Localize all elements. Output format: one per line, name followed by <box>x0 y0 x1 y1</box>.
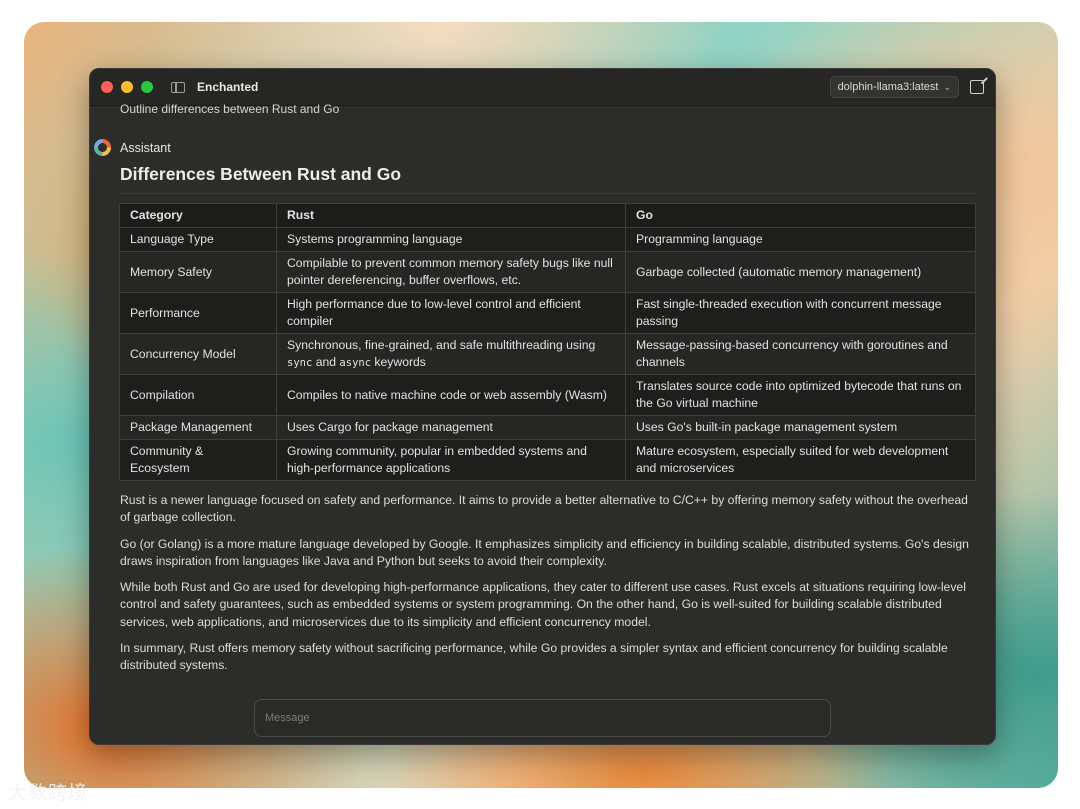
zoom-button[interactable] <box>141 81 153 93</box>
user-message: Outline differences between Rust and Go <box>120 102 340 116</box>
response-paragraph: In summary, Rust offers memory safety wi… <box>120 641 948 673</box>
cell-category: Package Management <box>119 415 277 440</box>
model-selector[interactable]: dolphin-llama3:latest ⌄ <box>829 76 959 98</box>
sidebar-toggle-icon[interactable] <box>171 81 185 93</box>
table-row: Concurrency Model Synchronous, fine-grai… <box>119 333 976 375</box>
minimize-button[interactable] <box>121 81 133 93</box>
title-bar: Enchanted dolphin-llama3:latest ⌄ <box>90 69 995 106</box>
cell-rust: Compiles to native machine code or web a… <box>276 374 626 416</box>
cell-go: Programming language <box>625 227 976 252</box>
response-paragraph: While both Rust and Go are used for deve… <box>120 580 966 629</box>
inline-code-async: async <box>339 356 372 369</box>
header-category: Category <box>119 203 277 228</box>
table-row: Community & Ecosystem Growing community,… <box>119 439 976 481</box>
cell-go: Fast single-threaded execution with conc… <box>625 292 976 334</box>
response-heading: Differences Between Rust and Go <box>120 164 976 194</box>
cell-go: Garbage collected (automatic memory mana… <box>625 251 976 293</box>
header-rust: Rust <box>276 203 626 228</box>
cell-category: Community & Ecosystem <box>119 439 277 481</box>
response-paragraph: Rust is a newer language focused on safe… <box>120 493 968 525</box>
cell-category: Memory Safety <box>119 251 277 293</box>
rust-text-prefix: Synchronous, fine-grained, and safe mult… <box>287 337 596 352</box>
model-name: dolphin-llama3:latest <box>837 81 939 93</box>
table-row: Compilation Compiles to native machine c… <box>119 374 976 416</box>
cell-rust: High performance due to low-level contro… <box>276 292 626 334</box>
cell-rust: Synchronous, fine-grained, and safe mult… <box>276 333 626 375</box>
chat-area[interactable]: Outline differences between Rust and Go … <box>90 102 995 744</box>
table-row: Memory Safety Compilable to prevent comm… <box>119 251 976 293</box>
new-chat-icon[interactable] <box>970 80 984 94</box>
message-input[interactable]: Message <box>254 699 831 737</box>
table-row: Performance High performance due to low-… <box>119 292 976 334</box>
table-header-row: Category Rust Go <box>119 203 976 228</box>
assistant-header: Assistant <box>94 139 171 156</box>
cell-category: Concurrency Model <box>119 333 277 375</box>
chevron-down-icon: ⌄ <box>943 81 951 92</box>
cell-rust: Systems programming language <box>276 227 626 252</box>
assistant-avatar-icon <box>94 139 111 156</box>
watermark-logo: 大数跨境 <box>8 782 89 804</box>
rust-text-suffix: keywords <box>374 354 426 369</box>
cell-go: Uses Go's built-in package management sy… <box>625 415 976 440</box>
table-row: Language Type Systems programming langua… <box>119 227 976 252</box>
cell-go: Translates source code into optimized by… <box>625 374 976 416</box>
app-window: Enchanted dolphin-llama3:latest ⌄ Outlin… <box>89 68 996 745</box>
cell-go: Message-passing-based concurrency with g… <box>625 333 976 375</box>
inline-code-sync: sync <box>287 356 313 369</box>
cell-go: Mature ecosystem, especially suited for … <box>625 439 976 481</box>
app-title: Enchanted <box>197 80 259 94</box>
cell-rust: Growing community, popular in embedded s… <box>276 439 626 481</box>
table-row: Package Management Uses Cargo for packag… <box>119 415 976 440</box>
cell-category: Performance <box>119 292 277 334</box>
window-controls <box>101 81 153 93</box>
cell-rust: Uses Cargo for package management <box>276 415 626 440</box>
cell-rust: Compilable to prevent common memory safe… <box>276 251 626 293</box>
rust-text-and: and <box>315 354 337 369</box>
close-button[interactable] <box>101 81 113 93</box>
response-paragraph: Go (or Golang) is a more mature language… <box>120 537 969 569</box>
assistant-label: Assistant <box>120 140 171 155</box>
cell-category: Compilation <box>119 374 277 416</box>
cell-category: Language Type <box>119 227 277 252</box>
comparison-table: Category Rust Go Language Type Systems p… <box>119 203 976 481</box>
header-go: Go <box>625 203 976 228</box>
